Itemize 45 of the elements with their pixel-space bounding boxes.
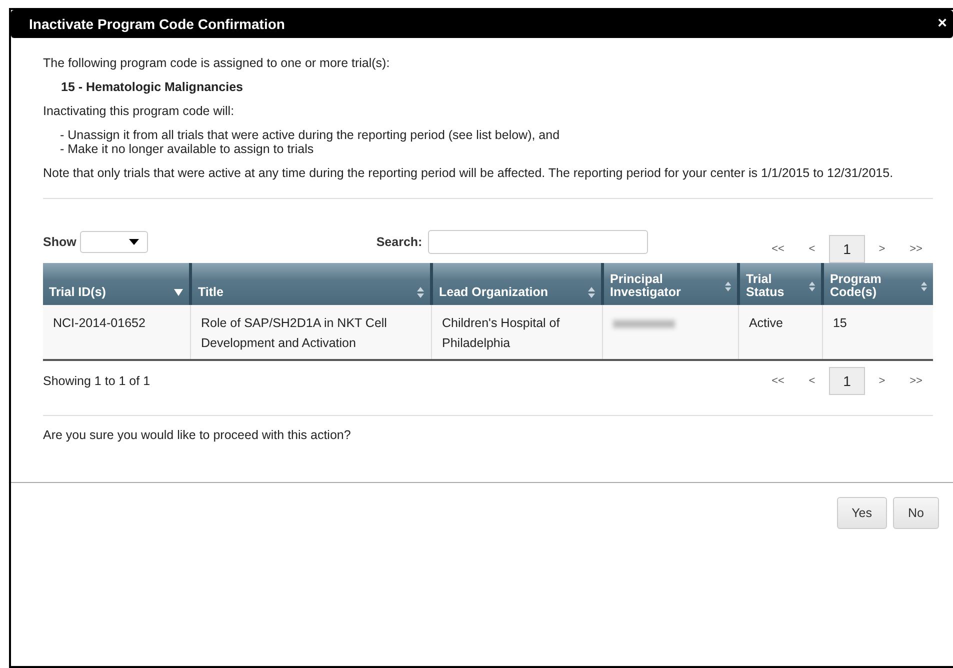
column-header[interactable]: Principal Investigator — [602, 263, 738, 305]
caret-icon — [129, 239, 140, 245]
redacted-text — [613, 320, 675, 328]
table-cell: Active — [748, 316, 783, 330]
column-label: Trial Status — [746, 273, 786, 299]
column-label: Program Code(s) — [830, 273, 882, 299]
page-button[interactable]: > — [865, 237, 899, 261]
table-info: Showing 1 to 1 of 1 — [43, 374, 150, 388]
column-label: Trial ID(s) — [49, 286, 106, 299]
search-field[interactable] — [428, 230, 648, 254]
note-text: Note that only trials that were active at any time during the reporting period will be affected. The reporting period for your center is 1/1/2015 to 12/31/2015. — [43, 166, 894, 180]
column-header[interactable]: Program Code(s) — [822, 263, 933, 305]
table-cell: 15 — [832, 316, 847, 330]
table-cell: Role of SAP/SH2D1A in NKT Cell Development and Activation — [201, 316, 387, 350]
page-button[interactable]: >> — [899, 369, 933, 393]
page-button[interactable]: < — [795, 369, 829, 393]
effect-text: - Make it no longer available to assign to trials — [60, 142, 315, 156]
dialog-title: Inactivate Program Code Confirmation — [29, 16, 285, 32]
effects-heading: Inactivating this program code will: — [43, 104, 236, 118]
table-cell: Children's Hospital of Philadelphia — [442, 316, 560, 350]
intro-text: The following program code is assigned to one or more trial(s): — [43, 56, 391, 70]
show-label: Show — [43, 235, 76, 249]
page-button[interactable]: < — [795, 237, 829, 261]
dialog-button[interactable]: No — [893, 497, 939, 529]
table-cell: NCI-2014-01652 — [53, 316, 146, 330]
program-code-text: 15 - Hematologic Malignancies — [60, 80, 244, 94]
column-header[interactable]: Trial Status — [738, 263, 822, 305]
page-button[interactable]: 1 — [829, 367, 865, 395]
search-label: Search: — [376, 235, 422, 249]
column-label: Title — [198, 286, 224, 299]
question-text: Are you sure you would like to proceed with this action? — [43, 428, 352, 442]
column-label: Principal Investigator — [610, 273, 682, 299]
page-button[interactable]: 1 — [829, 235, 865, 263]
page-button[interactable]: > — [865, 369, 899, 393]
column-header[interactable]: Trial ID(s) — [43, 263, 190, 305]
column-header[interactable]: Lead Organization — [432, 263, 602, 305]
column-label: Lead Organization — [439, 286, 548, 299]
dialog-button[interactable]: Yes — [836, 497, 888, 529]
page-button[interactable]: << — [761, 369, 795, 393]
page-button[interactable]: >> — [899, 237, 933, 261]
close-button[interactable]: × — [938, 15, 947, 33]
show-dropdown[interactable] — [80, 231, 148, 253]
page-button[interactable]: << — [761, 237, 795, 261]
effect-text: - Unassign it from all trials that were active during the reporting period (see list below), and — [60, 128, 561, 142]
column-header[interactable]: Title — [190, 263, 432, 305]
